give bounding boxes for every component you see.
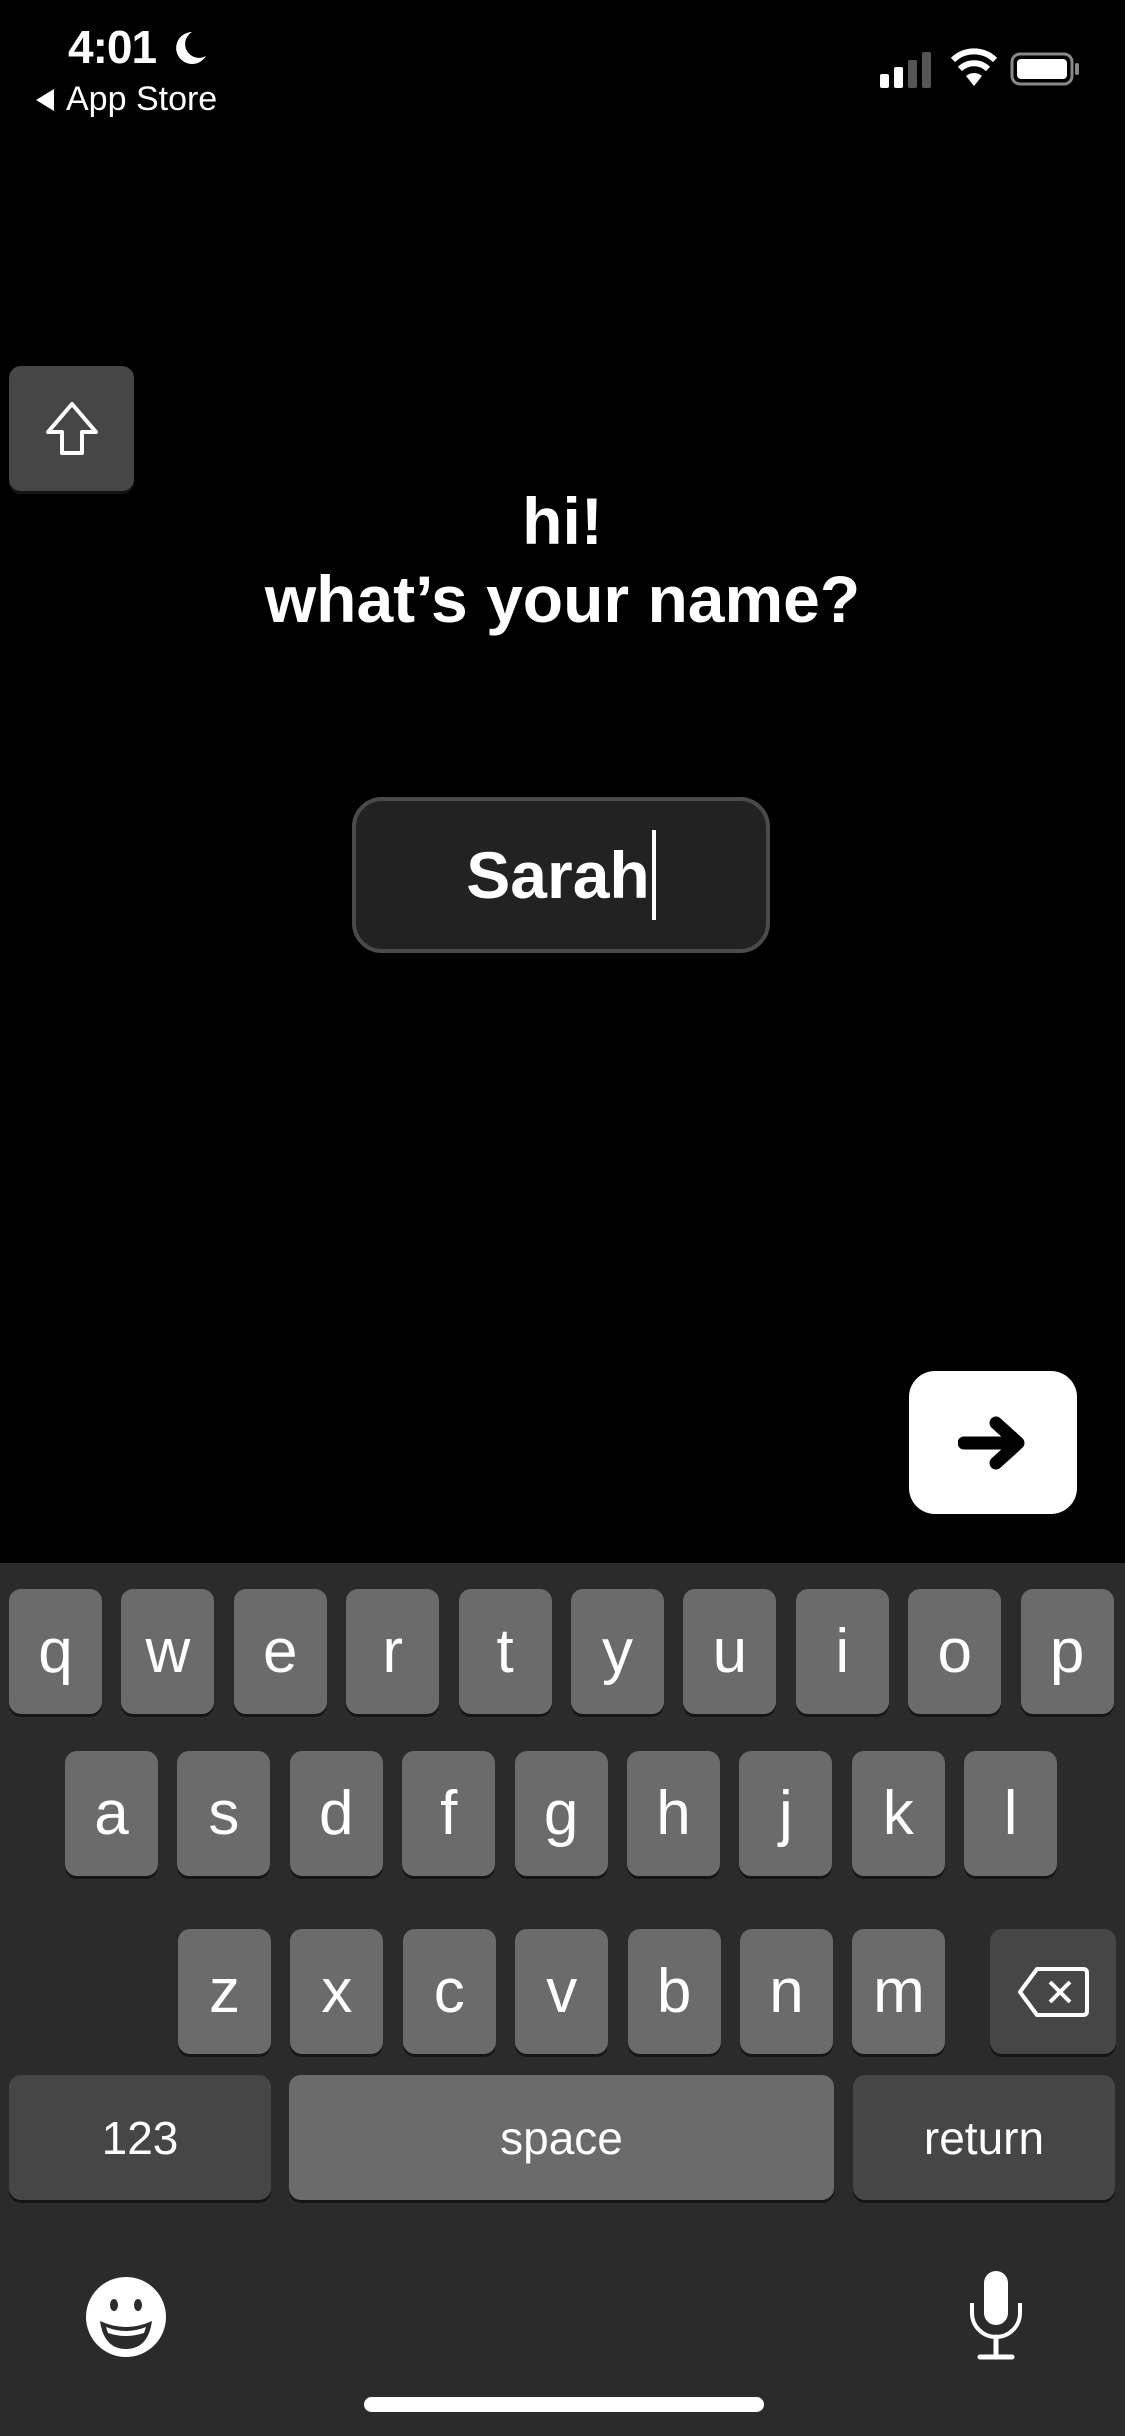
arrow-right-icon xyxy=(958,1416,1025,1469)
key-d[interactable]: d xyxy=(289,1751,383,1876)
page-title: hi! what’s your name? xyxy=(0,482,1125,638)
key-a[interactable]: a xyxy=(65,1751,158,1876)
key-y[interactable]: y xyxy=(571,1589,664,1714)
title-greeting: hi! xyxy=(522,484,603,558)
title-question: what’s your name? xyxy=(264,562,861,636)
wifi-icon xyxy=(950,48,998,86)
status-time: 4:01 xyxy=(68,21,157,73)
shift-key[interactable] xyxy=(9,366,134,491)
keyboard: 123 space return qwertyuiop asdfghjkl zxcv… xyxy=(0,366,1125,2436)
key-e[interactable]: e xyxy=(233,1589,327,1714)
cellular-signal-icon xyxy=(880,52,931,88)
name-input[interactable]: Sarah xyxy=(352,797,770,953)
key-v[interactable]: v xyxy=(515,1929,609,2054)
key-x[interactable]: x xyxy=(290,1929,384,2054)
name-input-value: Sarah xyxy=(466,838,650,912)
microphone-icon[interactable] xyxy=(966,2269,1026,2365)
shift-icon xyxy=(45,401,98,455)
key-b[interactable]: b xyxy=(627,1929,721,2054)
key-c[interactable]: c xyxy=(402,1929,496,2054)
key-f[interactable]: f xyxy=(402,1751,496,1876)
key-r[interactable]: r xyxy=(346,1589,440,1714)
space-key[interactable]: space xyxy=(289,2075,834,2200)
key-s[interactable]: s xyxy=(177,1751,271,1876)
back-to-app-store[interactable]: App Store xyxy=(36,80,217,119)
moon-icon xyxy=(176,32,206,64)
delete-key[interactable] xyxy=(990,1929,1116,2054)
key-w[interactable]: w xyxy=(121,1589,215,1714)
key-u[interactable]: u xyxy=(683,1589,777,1714)
key-q[interactable]: q xyxy=(9,1589,102,1714)
key-i[interactable]: i xyxy=(795,1589,889,1714)
key-o[interactable]: o xyxy=(908,1589,1002,1714)
numbers-key[interactable]: 123 xyxy=(9,2075,271,2200)
key-h[interactable]: h xyxy=(627,1751,720,1876)
emoji-icon[interactable] xyxy=(84,2275,168,2359)
key-m[interactable]: m xyxy=(852,1929,946,2054)
return-key[interactable]: return xyxy=(853,2075,1115,2200)
home-indicator[interactable] xyxy=(364,2397,764,2412)
back-arrow-icon xyxy=(36,88,54,111)
key-k[interactable]: k xyxy=(851,1751,945,1876)
key-l[interactable]: l xyxy=(964,1751,1058,1876)
text-caret xyxy=(651,830,656,920)
back-label: App Store xyxy=(66,80,218,118)
key-j[interactable]: j xyxy=(739,1751,833,1876)
next-button[interactable] xyxy=(909,1371,1077,1514)
battery-icon xyxy=(1010,52,1079,86)
key-g[interactable]: g xyxy=(514,1751,608,1876)
key-n[interactable]: n xyxy=(740,1929,833,2054)
key-t[interactable]: t xyxy=(458,1589,552,1714)
key-z[interactable]: z xyxy=(178,1929,271,2054)
delete-icon xyxy=(1018,1966,1089,2017)
key-p[interactable]: p xyxy=(1020,1589,1114,1714)
